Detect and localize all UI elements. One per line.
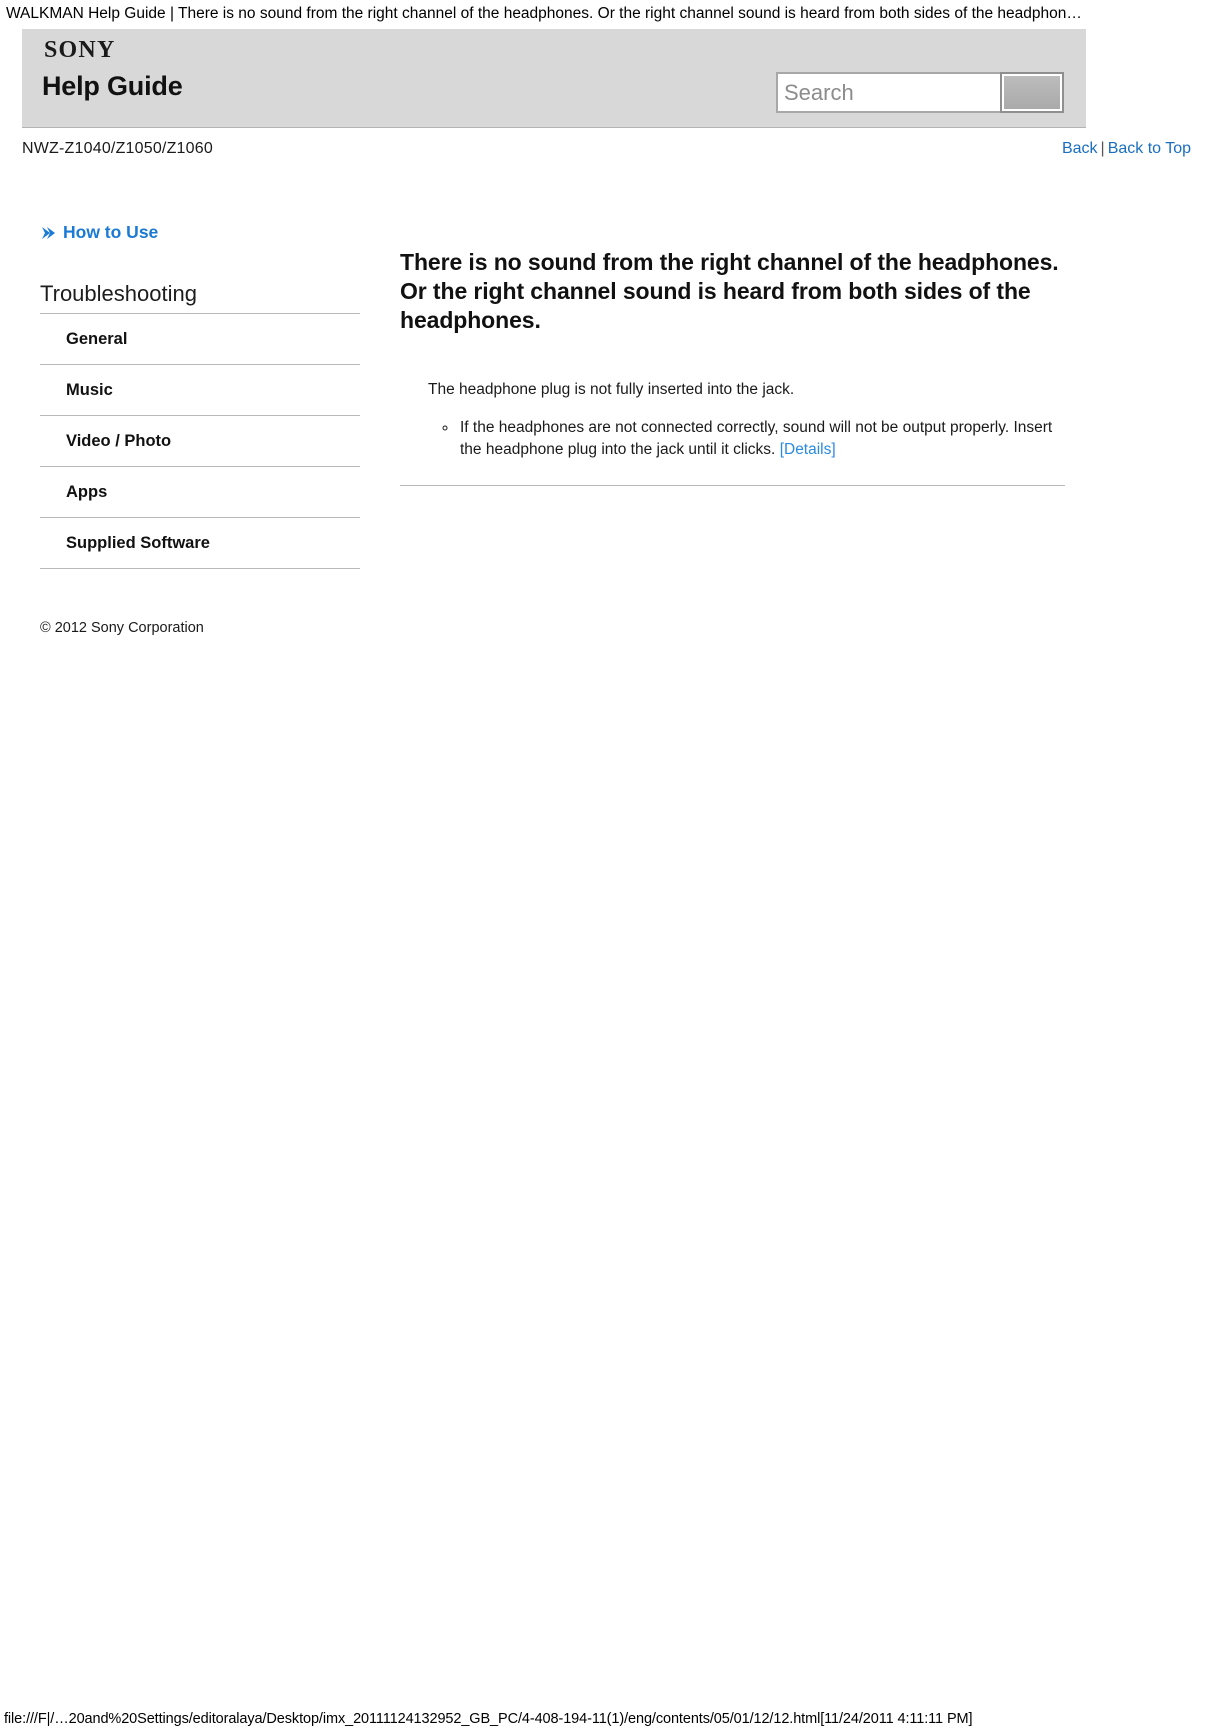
content-divider <box>400 484 1065 486</box>
list-item: If the headphones are not connected corr… <box>458 417 1065 461</box>
sony-logo: SONY <box>44 37 116 63</box>
sidebar-section-title: Troubleshooting <box>40 281 360 314</box>
help-guide-title: Help Guide <box>42 71 183 101</box>
footer-url: file:///F|/…20and%20Settings/editoralaya… <box>4 1711 973 1727</box>
sidebar-item-supplied-software[interactable]: Supplied Software <box>40 518 360 568</box>
sidebar-item-how-to-use[interactable]: How to Use <box>40 222 360 243</box>
copyright-notice: © 2012 Sony Corporation <box>40 620 204 636</box>
list-item[interactable]: Apps <box>40 467 360 518</box>
list-item[interactable]: General <box>40 314 360 365</box>
sidebar-item-music[interactable]: Music <box>40 365 360 415</box>
page-header-title: WALKMAN Help Guide | There is no sound f… <box>6 5 1082 22</box>
sidebar-item-apps[interactable]: Apps <box>40 467 360 517</box>
site-banner: SONY Help Guide <box>22 29 1086 128</box>
model-number: NWZ-Z1040/Z1050/Z1060 <box>22 140 213 157</box>
search-area <box>776 72 1064 113</box>
how-to-use-label: How to Use <box>63 222 159 242</box>
details-link[interactable]: [Details] <box>780 441 836 458</box>
page-title: There is no sound from the right channel… <box>400 249 1059 333</box>
chevron-right-icon <box>40 225 56 241</box>
nav-separator: | <box>1100 140 1105 157</box>
sidebar-nav-list: General Music Video / Photo Apps Supplie… <box>40 314 360 569</box>
search-button[interactable] <box>1000 72 1064 113</box>
back-link[interactable]: Back <box>1062 140 1098 157</box>
top-navigation: Back | Back to Top <box>1062 140 1191 158</box>
cause-text: The headphone plug is not fully inserted… <box>428 381 795 398</box>
sidebar-item-general[interactable]: General <box>40 314 360 364</box>
main-content: There is no sound from the right channel… <box>400 248 1065 494</box>
list-item[interactable]: Supplied Software <box>40 518 360 569</box>
list-item[interactable]: Video / Photo <box>40 416 360 467</box>
back-to-top-link[interactable]: Back to Top <box>1108 140 1191 157</box>
sidebar: How to Use Troubleshooting General Music… <box>40 222 360 569</box>
remedy-text: If the headphones are not connected corr… <box>460 418 1053 458</box>
list-item[interactable]: Music <box>40 365 360 416</box>
sidebar-item-video-photo[interactable]: Video / Photo <box>40 416 360 466</box>
search-input[interactable] <box>776 72 1000 113</box>
remedy-list: If the headphones are not connected corr… <box>400 417 1065 461</box>
